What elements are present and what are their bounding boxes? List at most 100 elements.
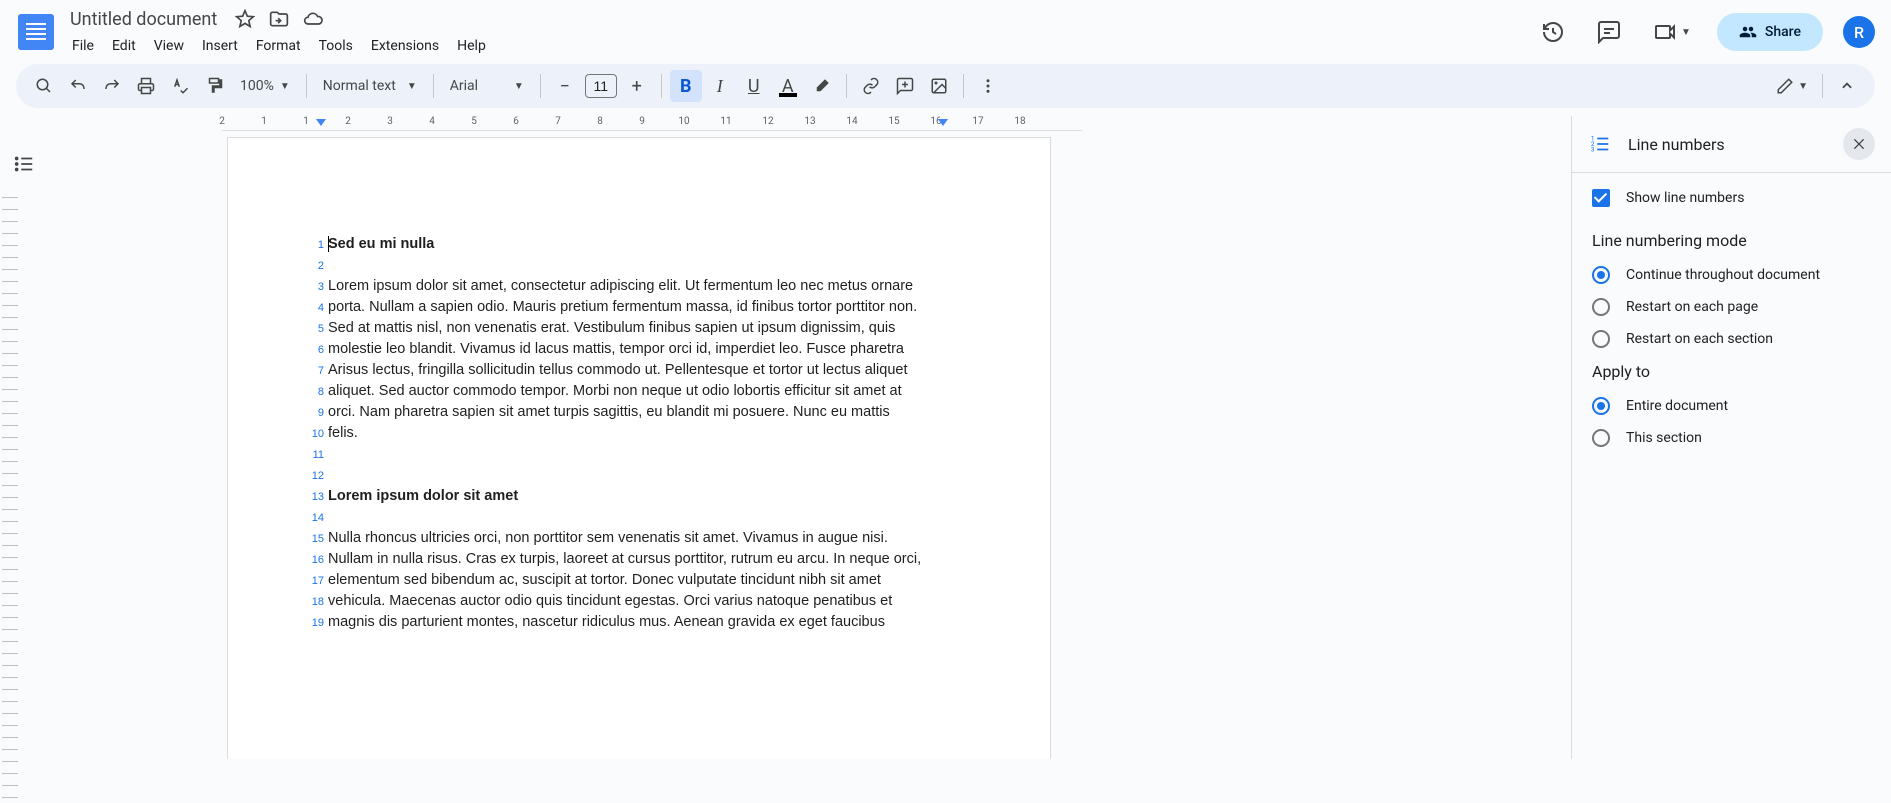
document-line[interactable]: 12 [300,465,954,486]
line-text[interactable] [328,465,954,485]
ruler-tick-label: 12 [762,116,773,127]
search-menus-icon[interactable] [28,70,60,102]
outline-toggle-icon[interactable] [6,146,42,182]
add-comment-icon[interactable] [889,70,921,102]
document-line[interactable]: 10felis. [300,423,954,444]
line-text[interactable]: orci. Nam pharetra sapien sit amet turpi… [328,402,954,422]
insert-link-icon[interactable] [855,70,887,102]
document-line[interactable]: 1Sed eu mi nulla [300,234,954,255]
line-text[interactable]: aliquet. Sed auctor commodo tempor. Morb… [328,381,954,401]
document-line[interactable]: 6molestie leo blandit. Vivamus id lacus … [300,339,954,360]
document-line[interactable]: 2 [300,255,954,276]
menu-tools[interactable]: Tools [311,34,361,58]
document-title[interactable]: Untitled document [64,7,223,32]
move-icon[interactable] [269,9,289,29]
docs-logo[interactable] [16,12,56,52]
undo-icon[interactable] [62,70,94,102]
numbering-mode-option[interactable]: Restart on each section [1592,330,1871,348]
zoom-dropdown[interactable]: 100% ▼ [232,70,298,102]
menu-extensions[interactable]: Extensions [363,34,447,58]
menubar: File Edit View Insert Format Tools Exten… [64,34,1535,58]
line-text[interactable]: Nullam in nulla risus. Cras ex turpis, l… [328,549,954,569]
ruler-tick-label: 3 [387,116,393,127]
italic-button[interactable]: I [704,70,736,102]
font-size-increase[interactable]: + [621,70,653,102]
insert-image-icon[interactable] [923,70,955,102]
bold-button[interactable]: B [670,70,702,102]
share-button[interactable]: Share [1717,13,1823,51]
document-line[interactable]: 15Nulla rhoncus ultricies orci, non port… [300,528,954,549]
line-text[interactable]: vehicula. Maecenas auctor odio quis tinc… [328,591,954,611]
close-sidebar-button[interactable] [1843,128,1875,160]
menu-format[interactable]: Format [248,34,309,58]
paragraph-style-dropdown[interactable]: Normal text ▼ [315,70,425,102]
document-line[interactable]: 5Sed at mattis nisl, non venenatis erat.… [300,318,954,339]
line-number: 5 [300,319,324,339]
document-line[interactable]: 17elementum sed bibendum ac, suscipit at… [300,570,954,591]
show-line-numbers-checkbox[interactable]: Show line numbers [1592,189,1871,207]
document-page[interactable]: 1Sed eu mi nulla2 3Lorem ipsum dolor sit… [228,138,1050,759]
menu-edit[interactable]: Edit [104,34,144,58]
document-line[interactable]: 19magnis dis parturient montes, nascetur… [300,612,954,633]
line-text[interactable]: Lorem ipsum dolor sit amet [328,486,954,506]
font-size-decrease[interactable]: − [549,70,581,102]
line-text[interactable] [328,255,954,275]
line-text[interactable]: magnis dis parturient montes, nascetur r… [328,612,954,632]
history-icon[interactable] [1535,14,1571,50]
star-icon[interactable] [235,9,255,29]
line-text[interactable]: Sed at mattis nisl, non venenatis erat. … [328,318,954,338]
document-line[interactable]: 3Lorem ipsum dolor sit amet, consectetur… [300,276,954,297]
comments-icon[interactable] [1591,14,1627,50]
document-line[interactable]: 11 [300,444,954,465]
line-text[interactable] [328,444,954,464]
menu-view[interactable]: View [146,34,192,58]
line-text[interactable]: elementum sed bibendum ac, suscipit at t… [328,570,954,590]
line-text[interactable] [328,507,954,527]
account-avatar[interactable]: R [1843,16,1875,48]
line-text[interactable]: Nulla rhoncus ultricies orci, non portti… [328,528,954,548]
numbering-mode-option[interactable]: Restart on each page [1592,298,1871,316]
line-text[interactable]: felis. [328,423,954,443]
document-line[interactable]: 14 [300,507,954,528]
line-text[interactable]: Lorem ipsum dolor sit amet, consectetur … [328,276,954,296]
more-options-icon[interactable] [972,70,1004,102]
highlight-button[interactable] [806,70,838,102]
print-icon[interactable] [130,70,162,102]
document-line[interactable]: 8aliquet. Sed auctor commodo tempor. Mor… [300,381,954,402]
apply-to-option[interactable]: This section [1592,429,1871,447]
apply-to-option[interactable]: Entire document [1592,397,1871,415]
text-color-button[interactable]: A [772,70,804,102]
spellcheck-icon[interactable] [164,70,196,102]
line-text[interactable]: porta. Nullam a sapien odio. Mauris pret… [328,297,954,317]
meet-icon[interactable]: ▼ [1647,14,1697,50]
document-line[interactable]: 9orci. Nam pharetra sapien sit amet turp… [300,402,954,423]
redo-icon[interactable] [96,70,128,102]
document-area[interactable]: 21123456789101112131415161718 1Sed eu mi… [48,116,1571,759]
line-text[interactable]: Sed eu mi nulla [328,234,954,254]
document-line[interactable]: 7Arisus lectus, fringilla sollicitudin t… [300,360,954,381]
paint-format-icon[interactable] [198,70,230,102]
line-text[interactable]: molestie leo blandit. Vivamus id lacus m… [328,339,954,359]
horizontal-ruler[interactable]: 21123456789101112131415161718 [222,116,1082,132]
font-size-input[interactable] [585,74,617,98]
menu-help[interactable]: Help [449,34,494,58]
menu-file[interactable]: File [64,34,102,58]
cloud-status-icon[interactable] [303,9,323,29]
underline-button[interactable]: U [738,70,770,102]
document-line[interactable]: 4porta. Nullam a sapien odio. Mauris pre… [300,297,954,318]
vertical-ruler[interactable] [2,186,18,803]
document-line[interactable]: 16Nullam in nulla risus. Cras ex turpis,… [300,549,954,570]
right-indent-marker[interactable] [938,119,948,126]
collapse-toolbar-icon[interactable] [1831,70,1863,102]
caret-down-icon: ▼ [1798,81,1808,92]
font-dropdown[interactable]: Arial ▼ [442,70,532,102]
ruler-tick-label: 18 [1014,116,1025,127]
line-text[interactable]: Arisus lectus, fringilla sollicitudin te… [328,360,954,380]
left-indent-marker[interactable] [316,119,326,126]
numbering-mode-option[interactable]: Continue throughout document [1592,266,1871,284]
document-line[interactable]: 18vehicula. Maecenas auctor odio quis ti… [300,591,954,612]
document-line[interactable]: 13Lorem ipsum dolor sit amet [300,486,954,507]
menu-insert[interactable]: Insert [194,34,246,58]
line-number: 2 [300,256,324,276]
editing-mode-icon[interactable]: ▼ [1770,70,1814,102]
